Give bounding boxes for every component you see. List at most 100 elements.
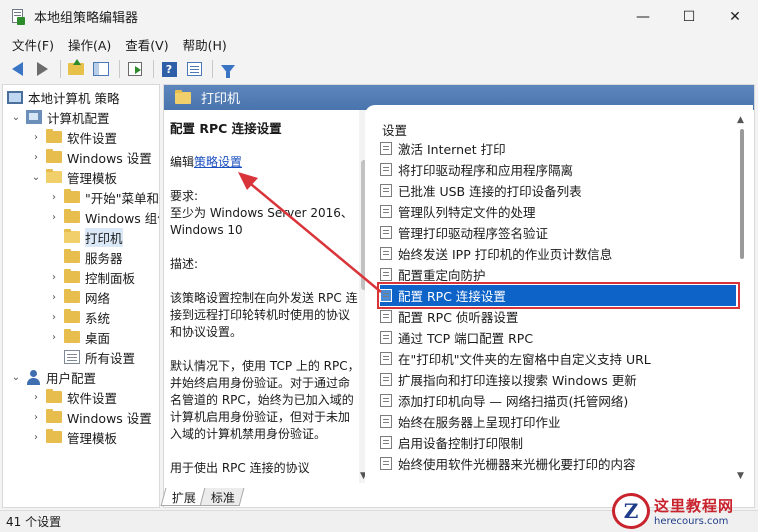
tree-node-start-menu[interactable]: › "开始"菜单和	[47, 187, 159, 207]
title-bar: 本地组策略编辑器 — ☐ ✕	[0, 0, 758, 33]
expand-icon[interactable]: ›	[29, 410, 43, 424]
tree-node-software-settings[interactable]: › 软件设置	[29, 127, 117, 147]
description-paragraph-1: 该策略设置控制在向外发送 RPC 连接到远程打印轮转机时使用的协议和协议设置。	[170, 291, 358, 339]
up-folder-icon[interactable]	[65, 58, 87, 80]
scrollbar-thumb[interactable]	[740, 129, 744, 259]
tree-node-admin-templates[interactable]: ⌄ 管理模板	[29, 167, 117, 187]
watermark: Z 这里教程网 herecours.com	[612, 490, 758, 532]
expand-icon[interactable]: ›	[47, 210, 61, 224]
setting-title: 配置 RPC 连接设置	[170, 121, 282, 136]
export-icon[interactable]	[124, 58, 146, 80]
requirements-label: 要求:	[170, 189, 199, 203]
help-icon[interactable]: ?	[158, 58, 180, 80]
menu-view[interactable]: 查看(V)	[118, 35, 175, 54]
setting-row[interactable]: 管理队列特定文件的处理	[380, 201, 736, 222]
policy-setting-icon	[380, 142, 392, 155]
setting-row[interactable]: 始终在服务器上呈现打印作业	[380, 411, 736, 432]
collapse-icon[interactable]: ⌄	[9, 110, 23, 124]
folder-open-icon	[46, 169, 62, 183]
tree-node-user-software-settings[interactable]: › 软件设置	[29, 387, 117, 407]
menu-action[interactable]: 操作(A)	[61, 35, 118, 54]
setting-row[interactable]: 已批准 USB 连接的打印设备列表	[380, 180, 736, 201]
tree-node-windows-components[interactable]: › Windows 组件	[47, 207, 159, 227]
setting-row-label: 通过 TCP 端口配置 RPC	[398, 331, 534, 346]
folder-icon	[46, 149, 62, 163]
tree-node-printers[interactable]: 打印机	[47, 227, 123, 247]
tree-node-computer-config[interactable]: ⌄ 计算机配置	[9, 107, 110, 127]
menu-help[interactable]: 帮助(H)	[176, 35, 234, 54]
show-pane-icon[interactable]	[90, 58, 112, 80]
tree-node-windows-settings[interactable]: › Windows 设置	[29, 147, 152, 167]
close-button[interactable]: ✕	[712, 0, 758, 33]
forward-icon[interactable]	[31, 58, 53, 80]
tree-node-control-panel[interactable]: › 控制面板	[47, 267, 135, 287]
minimize-button[interactable]: —	[620, 0, 666, 33]
expand-icon[interactable]: ›	[29, 150, 43, 164]
edit-policy-link[interactable]: 策略设置	[194, 155, 242, 169]
tree-node-user-windows-settings[interactable]: › Windows 设置	[29, 407, 152, 427]
tab-standard[interactable]: 标准	[199, 488, 245, 506]
expand-icon[interactable]: ›	[29, 430, 43, 444]
setting-row[interactable]: 扩展指向和打印连接以搜索 Windows 更新	[380, 369, 736, 390]
tree-node-system[interactable]: › 系统	[47, 307, 110, 327]
scroll-up-icon[interactable]: ▲	[737, 115, 744, 125]
computer-icon	[7, 90, 23, 104]
expand-icon[interactable]: ›	[47, 270, 61, 284]
setting-row[interactable]: 始终使用软件光栅器来光栅化要打印的内容	[380, 453, 736, 474]
settings-column-header[interactable]: 设置	[382, 120, 407, 139]
policy-setting-icon	[380, 373, 392, 386]
setting-row-label: 配置 RPC 侦听器设置	[398, 310, 519, 325]
tree-node-server[interactable]: 服务器	[47, 247, 123, 267]
policy-setting-icon	[380, 352, 392, 365]
setting-row[interactable]: 启用设备控制打印限制	[380, 432, 736, 453]
expand-icon[interactable]: ›	[47, 290, 61, 304]
folder-icon	[64, 329, 80, 343]
expand-icon[interactable]: ›	[29, 390, 43, 404]
folder-icon	[64, 269, 80, 283]
scroll-down-icon[interactable]: ▼	[737, 471, 744, 481]
setting-row[interactable]: 激活 Internet 打印	[380, 138, 736, 159]
maximize-button[interactable]: ☐	[666, 0, 712, 33]
tab-extended[interactable]: 扩展	[160, 488, 206, 506]
setting-row-label: 在"打印机"文件夹的左窗格中自定义支持 URL	[398, 352, 651, 367]
folder-icon	[46, 129, 62, 143]
toolbar-separator	[153, 60, 154, 78]
setting-row[interactable]: 将打印驱动程序和应用程序隔离	[380, 159, 736, 180]
setting-row[interactable]: 配置 RPC 侦听器设置	[380, 306, 736, 327]
view-tabs: 扩展 标准	[160, 488, 245, 508]
back-icon[interactable]	[6, 58, 28, 80]
filter-icon[interactable]	[217, 58, 239, 80]
setting-row-label: 管理打印驱动程序签名验证	[398, 226, 549, 241]
policy-setting-icon	[380, 163, 392, 176]
expand-icon[interactable]: ›	[47, 310, 61, 324]
tree-node-user-config[interactable]: ⌄ 用户配置	[9, 367, 96, 387]
expand-icon[interactable]: ›	[47, 330, 61, 344]
folder-icon	[64, 309, 80, 323]
tree-node-root[interactable]: 本地计算机 策略	[7, 87, 119, 107]
policy-setting-icon	[380, 184, 392, 197]
expand-icon[interactable]: ›	[29, 130, 43, 144]
setting-row-label: 始终发送 IPP 打印机的作业页计数信息	[398, 247, 613, 262]
status-count: 41 个设置	[6, 515, 62, 529]
setting-row[interactable]: 始终发送 IPP 打印机的作业页计数信息	[380, 243, 736, 264]
expand-icon[interactable]: ›	[47, 190, 61, 204]
setting-description: 配置 RPC 连接设置 编辑策略设置 要求: 至少为 Windows Serve…	[170, 120, 360, 483]
description-paragraph-2: 默认情况下，使用 TCP 上的 RPC，并始终启用身份验证。对于通过命名管道的 …	[170, 359, 360, 441]
tree-node-network[interactable]: › 网络	[47, 287, 110, 307]
policy-setting-icon	[380, 436, 392, 449]
collapse-icon[interactable]: ⌄	[29, 170, 43, 184]
folder-icon	[64, 189, 80, 203]
tree-node-user-admin-templates[interactable]: › 管理模板	[29, 427, 117, 447]
tree-node-desktop[interactable]: › 桌面	[47, 327, 110, 347]
setting-row[interactable]: 通过 TCP 端口配置 RPC	[380, 327, 736, 348]
description-paragraph-3: 用于使出 RPC 连接的协议	[170, 461, 310, 475]
collapse-icon[interactable]: ⌄	[9, 370, 23, 384]
tree-node-all-settings[interactable]: 所有设置	[47, 347, 135, 367]
folder-icon	[64, 249, 80, 263]
menu-file[interactable]: 文件(F)	[5, 35, 61, 54]
setting-row[interactable]: 在"打印机"文件夹的左窗格中自定义支持 URL	[380, 348, 736, 369]
setting-row[interactable]: 管理打印驱动程序签名验证	[380, 222, 736, 243]
requirements-text: 至少为 Windows Server 2016、Windows 10	[170, 206, 353, 237]
setting-row[interactable]: 添加打印机向导 — 网络扫描页(托管网络)	[380, 390, 736, 411]
view-icon[interactable]	[183, 58, 205, 80]
